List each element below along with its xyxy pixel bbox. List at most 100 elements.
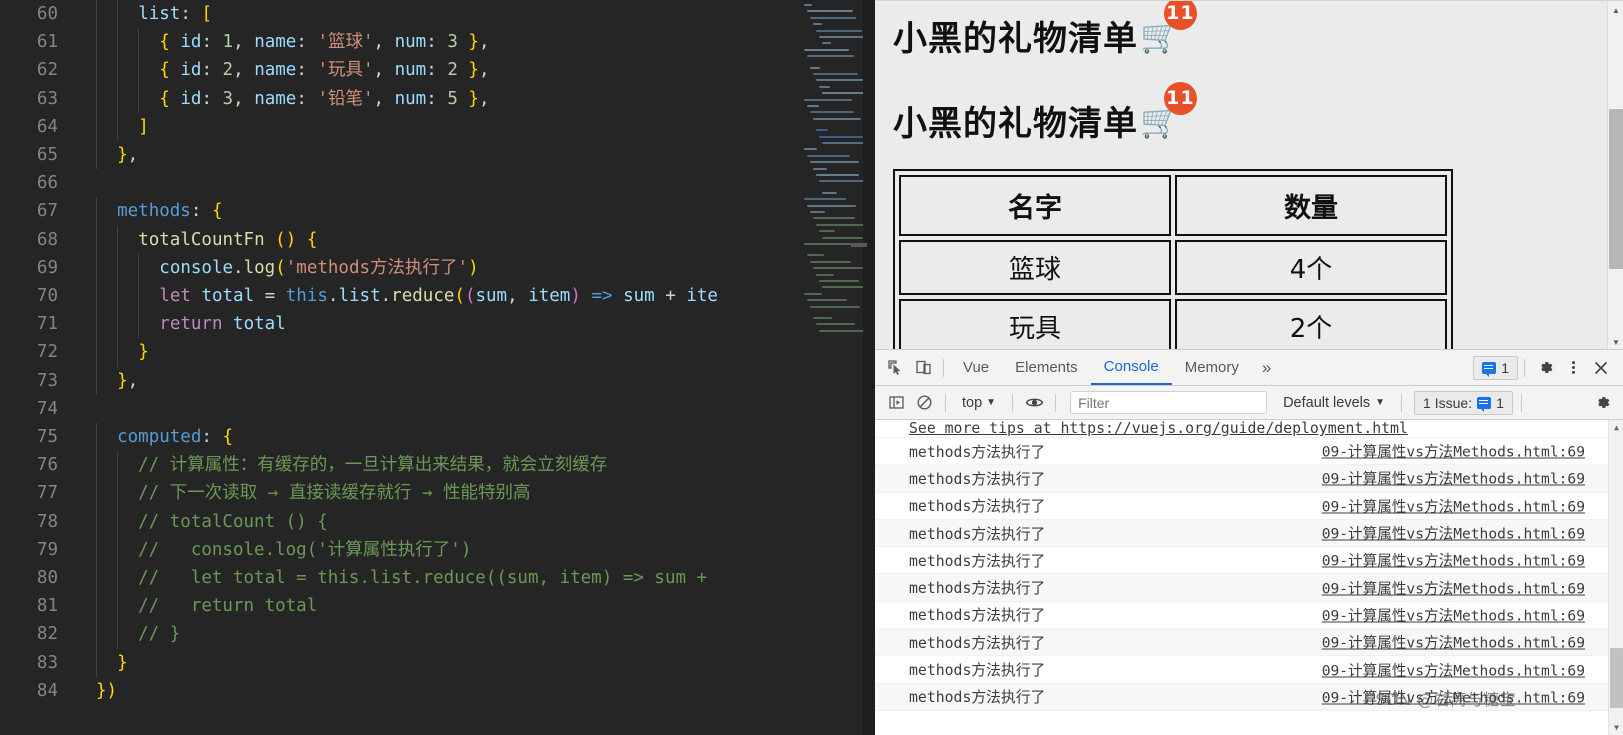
code-line[interactable]: 65 },: [0, 141, 800, 170]
cart-count-badge-2: 11: [1163, 81, 1197, 115]
gear-icon[interactable]: [1589, 390, 1615, 416]
line-number: 60: [36, 4, 58, 24]
code-lines-container[interactable]: 60 list: [61 { id: 1, name: '篮球', num: 3…: [0, 0, 800, 735]
minimap-line: [822, 142, 863, 144]
gift-table-head: 名字 数量: [899, 175, 1447, 236]
console-message: methods方法执行了: [909, 525, 1046, 543]
message-count-badge[interactable]: 1: [1473, 355, 1518, 380]
page-scroll-thumb[interactable]: [1609, 109, 1623, 269]
console-source-link[interactable]: 09-计算属性vs方法Methods.html:69: [1322, 577, 1585, 598]
code-line[interactable]: 61 { id: 1, name: '篮球', num: 3 },: [0, 28, 800, 57]
tab-memory[interactable]: Memory: [1172, 350, 1252, 385]
scroll-down-arrow-icon[interactable]: ▼: [1609, 720, 1623, 735]
page-scrollbar[interactable]: ▲ ▼: [1607, 2, 1623, 349]
code-line[interactable]: 74: [0, 395, 800, 423]
code-text: ]: [138, 116, 149, 137]
console-source-link[interactable]: 09-计算属性vs方法Methods.html:69: [1322, 604, 1585, 625]
editor-split-bar[interactable]: [863, 0, 867, 735]
code-line[interactable]: 75 computed: {: [0, 423, 800, 452]
console-row[interactable]: methods方法执行了 09-计算属性vs方法Methods.html:69: [875, 493, 1623, 520]
console-sidebar-icon[interactable]: [883, 390, 909, 416]
toolbar-divider: [1055, 393, 1057, 412]
console-rows: methods方法执行了 09-计算属性vs方法Methods.html:69 me…: [875, 438, 1623, 711]
console-message: methods方法执行了: [909, 443, 1046, 461]
console-row[interactable]: methods方法执行了 09-计算属性vs方法Methods.html:69: [875, 602, 1623, 630]
code-line[interactable]: 66: [0, 169, 800, 197]
console-message: methods方法执行了: [909, 580, 1046, 598]
code-line[interactable]: 73 },: [0, 366, 800, 395]
tab-console[interactable]: Console: [1090, 350, 1172, 385]
editor-split-handle[interactable]: [851, 243, 867, 247]
console-source-link[interactable]: 09-计算属性vs方法Methods.html:69: [1322, 632, 1585, 653]
console-source-link[interactable]: 09-计算属性vs方法Methods.html:69: [1322, 523, 1585, 544]
console-row[interactable]: methods方法执行了 09-计算属性vs方法Methods.html:69: [875, 547, 1623, 575]
tab-elements[interactable]: Elements: [1002, 350, 1091, 385]
line-number: 80: [36, 568, 58, 588]
console-scrollbar[interactable]: ▲ ▼: [1608, 420, 1623, 735]
code-line[interactable]: 62 { id: 2, name: '玩具', num: 2 },: [0, 56, 800, 85]
code-line[interactable]: 68 totalCountFn () {: [0, 225, 800, 254]
minimap-line: [822, 286, 863, 289]
code-line[interactable]: 71 return total: [0, 310, 800, 339]
code-line[interactable]: 70 let total = this.list.reduce((sum, it…: [0, 282, 800, 311]
code-line[interactable]: 60 list: [: [0, 0, 800, 29]
live-expression-icon[interactable]: [1021, 390, 1047, 416]
code-line[interactable]: 78 // totalCount () {: [0, 507, 800, 536]
line-number: 78: [36, 511, 58, 532]
minimap-line: [807, 55, 855, 58]
gear-icon[interactable]: [1531, 354, 1559, 382]
code-line[interactable]: 72 }: [0, 338, 800, 367]
minimap-line: [816, 174, 859, 176]
code-line[interactable]: 79 // console.log('计算属性执行了'): [0, 535, 800, 564]
code-line[interactable]: 81 // return total: [0, 592, 800, 621]
line-number: 62: [36, 60, 58, 81]
cell-quantity: 2个: [1175, 299, 1447, 349]
scroll-down-arrow-icon[interactable]: ▼: [1608, 334, 1623, 349]
minimap-line: [810, 161, 859, 164]
code-line[interactable]: 77 // 下一次读取 → 直接读缓存就行 → 性能特别高: [0, 479, 800, 508]
console-source-link[interactable]: 09-计算属性vs方法Methods.html:69: [1322, 550, 1585, 571]
console-source-link[interactable]: 09-计算属性vs方法Methods.html:69: [1322, 495, 1585, 516]
console-row[interactable]: methods方法执行了 09-计算属性vs方法Methods.html:69: [875, 438, 1623, 466]
inspect-element-icon[interactable]: [881, 354, 909, 382]
code-line[interactable]: 80 // let total = this.list.reduce((sum,…: [0, 564, 800, 593]
code-line[interactable]: 63 { id: 3, name: '铅笔', num: 5 },: [0, 84, 800, 113]
close-icon[interactable]: [1587, 354, 1615, 382]
code-line[interactable]: 76 // 计算属性：有缓存的，一旦计算出来结果，就会立刻缓存: [0, 451, 800, 480]
console-source-link[interactable]: 09-计算属性vs方法Methods.html:69: [1322, 659, 1585, 680]
code-line[interactable]: 69 console.log('methods方法执行了'): [0, 253, 800, 282]
code-line[interactable]: 84}): [0, 677, 800, 705]
issues-chip[interactable]: 1 Issue: 1: [1414, 390, 1513, 415]
chevron-double-right-icon[interactable]: »: [1252, 358, 1281, 378]
console-source-link[interactable]: 09-计算属性vs方法Methods.html:69: [1322, 468, 1585, 489]
console-filter-input[interactable]: [1070, 391, 1268, 414]
code-line[interactable]: 82 // }: [0, 620, 800, 649]
console-scroll-thumb[interactable]: [1610, 648, 1623, 708]
console-row[interactable]: methods方法执行了 09-计算属性vs方法Methods.html:69: [875, 656, 1623, 684]
more-vertical-icon[interactable]: [1559, 354, 1587, 382]
minimap-line: [804, 292, 823, 295]
speech-bubble-icon: [1482, 361, 1497, 377]
console-source-link[interactable]: 09-计算属性vs方法Methods.html:69: [1322, 441, 1585, 462]
console-context-selector[interactable]: top ▼: [954, 391, 1004, 415]
editor-minimap[interactable]: [800, 0, 863, 735]
console-levels-selector[interactable]: Default levels ▼: [1275, 395, 1393, 411]
tab-vue[interactable]: Vue: [950, 350, 1002, 385]
minimap-line: [810, 305, 861, 308]
scroll-up-arrow-icon[interactable]: ▲: [1608, 2, 1623, 18]
code-line[interactable]: 64 ]: [0, 112, 800, 141]
console-row[interactable]: methods方法执行了 09-计算属性vs方法Methods.html:69: [875, 465, 1623, 493]
code-line[interactable]: 67 methods: {: [0, 197, 800, 226]
console-row[interactable]: methods方法执行了 09-计算属性vs方法Methods.html:69: [875, 629, 1623, 657]
device-toolbar-icon[interactable]: [909, 354, 937, 382]
line-number: 64: [36, 116, 58, 137]
minimap-line: [819, 36, 863, 38]
console-row[interactable]: methods方法执行了 09-计算属性vs方法Methods.html:69: [875, 519, 1623, 548]
clear-console-icon[interactable]: [911, 390, 937, 416]
minimap-line: [807, 299, 847, 302]
scroll-up-arrow-icon[interactable]: ▲: [1609, 420, 1623, 435]
code-text: // let total = this.list.reduce((sum, it…: [96, 568, 718, 588]
console-partial-message[interactable]: See more tips at https://vuejs.org/guide…: [909, 420, 1408, 437]
console-row[interactable]: methods方法执行了 09-计算属性vs方法Methods.html:69: [875, 574, 1623, 602]
code-line[interactable]: 83 }: [0, 648, 800, 677]
